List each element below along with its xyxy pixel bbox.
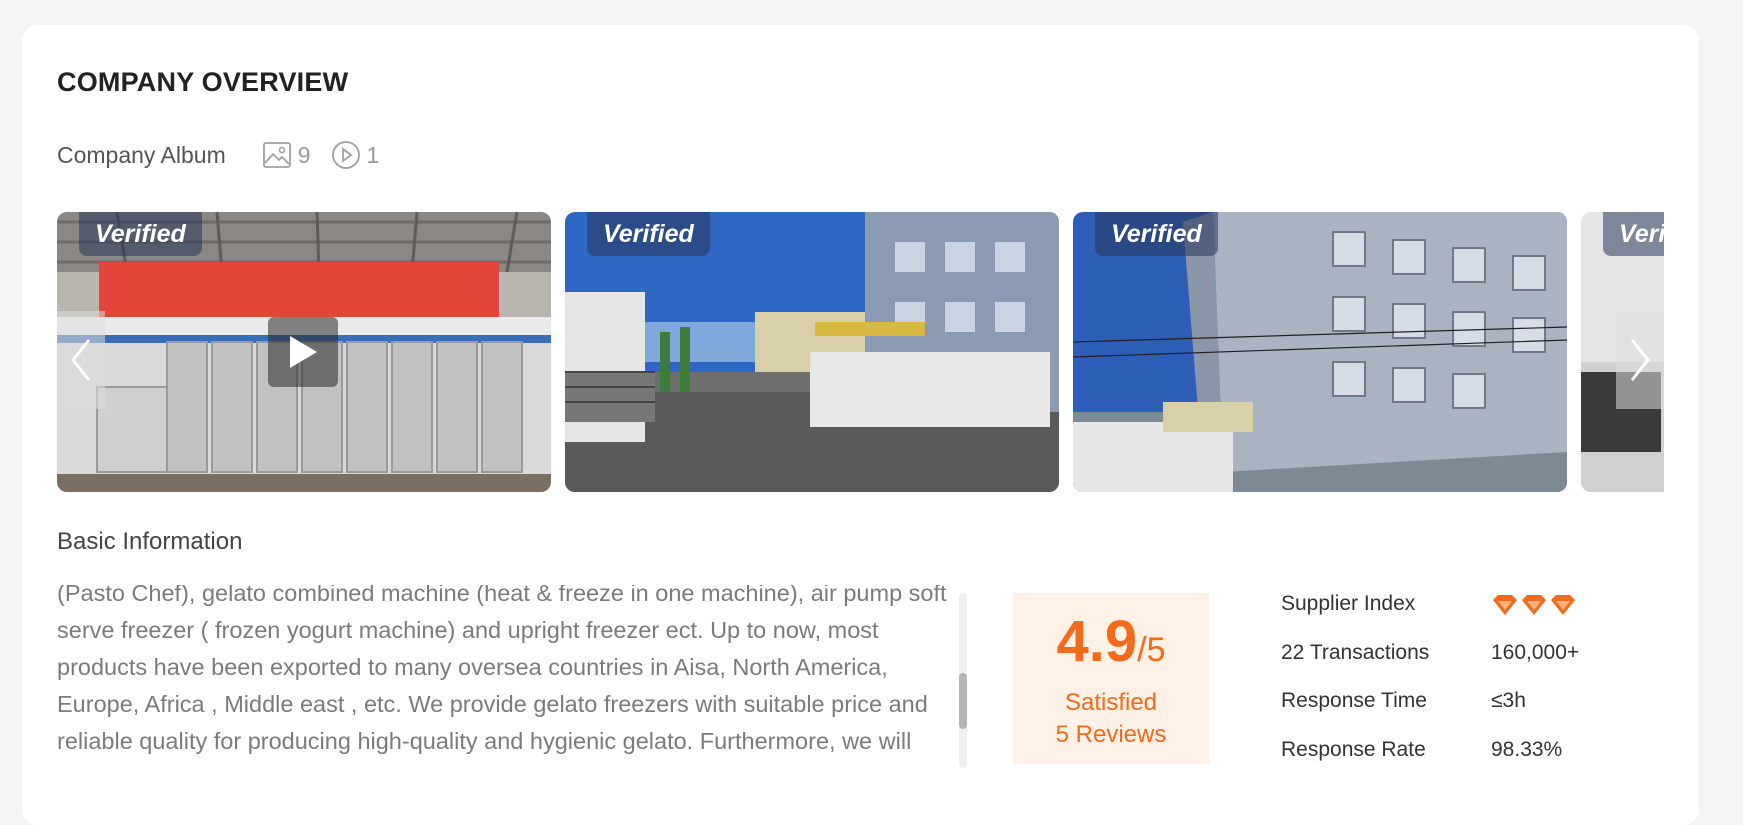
verified-badge: Verified <box>79 212 202 256</box>
response-time-label: Response Time <box>1281 689 1427 712</box>
basic-information-title: Basic Information <box>57 528 243 555</box>
video-count-stat[interactable]: 1 <box>331 140 380 170</box>
transactions-label: 22 Transactions <box>1281 640 1430 664</box>
diamond-icon <box>1522 595 1546 615</box>
supplier-index-row: Supplier Index <box>1281 590 1661 639</box>
album-photo-building[interactable]: Verified <box>1073 212 1567 492</box>
rating-value: 4.9 <box>1056 609 1138 674</box>
verified-badge: Veri <box>1603 212 1664 256</box>
album-photo-factory-video[interactable]: Verified <box>57 212 551 492</box>
video-play-button[interactable] <box>268 317 338 387</box>
response-rate-value: 98.33% <box>1491 737 1563 761</box>
company-description-scroll[interactable]: (Pasto Chef), gelato combined machine (h… <box>57 585 957 765</box>
description-scrollbar-thumb[interactable] <box>959 673 967 729</box>
company-description: (Pasto Chef), gelato combined machine (h… <box>57 585 947 754</box>
response-time-row: Response Time ≤3h <box>1281 687 1661 736</box>
diamond-icon <box>1551 595 1575 615</box>
section-title: COMPANY OVERVIEW <box>57 67 349 97</box>
response-time-value: ≤3h <box>1491 689 1526 712</box>
album-label: Company Album <box>57 141 226 168</box>
diamond-icon <box>1493 595 1517 615</box>
video-count: 1 <box>366 141 380 168</box>
carousel-prev-button[interactable] <box>57 311 105 409</box>
supplier-info: Supplier Index 22 Transactions 160,000+ … <box>1281 590 1661 784</box>
photo-count-stat[interactable]: 9 <box>262 141 311 169</box>
description-scrollbar[interactable] <box>959 593 967 768</box>
reviews-link[interactable]: 5 Reviews <box>1013 719 1209 751</box>
album-carousel: Verified Verified Verified Veri <box>57 212 1664 492</box>
chevron-right-icon <box>1630 339 1650 381</box>
transactions-value: 160,000+ <box>1491 640 1580 664</box>
play-circle-icon <box>331 141 360 169</box>
image-icon <box>262 142 291 168</box>
carousel-next-button[interactable] <box>1616 311 1664 409</box>
album-photo-gate[interactable]: Verified <box>565 212 1059 492</box>
response-rate-row: Response Rate 98.33% <box>1281 736 1661 785</box>
supplier-index-diamonds <box>1491 593 1578 617</box>
verified-badge: Verified <box>1095 212 1218 256</box>
play-icon <box>290 336 317 368</box>
rating-label: Satisfied <box>1064 689 1158 716</box>
album-header: Company Album 9 1 <box>57 138 399 172</box>
chevron-left-icon <box>71 339 91 381</box>
rating-box: 4.9/5 Satisfied 5 Reviews <box>1013 593 1209 764</box>
rating-score: 4.9/5 <box>1013 611 1209 681</box>
transactions-row: 22 Transactions 160,000+ <box>1281 639 1661 688</box>
verified-badge: Verified <box>587 212 710 256</box>
response-rate-label: Response Rate <box>1281 737 1426 761</box>
photo-count: 9 <box>297 141 311 168</box>
rating-out-of: /5 <box>1137 631 1166 669</box>
supplier-index-label: Supplier Index <box>1281 592 1416 615</box>
